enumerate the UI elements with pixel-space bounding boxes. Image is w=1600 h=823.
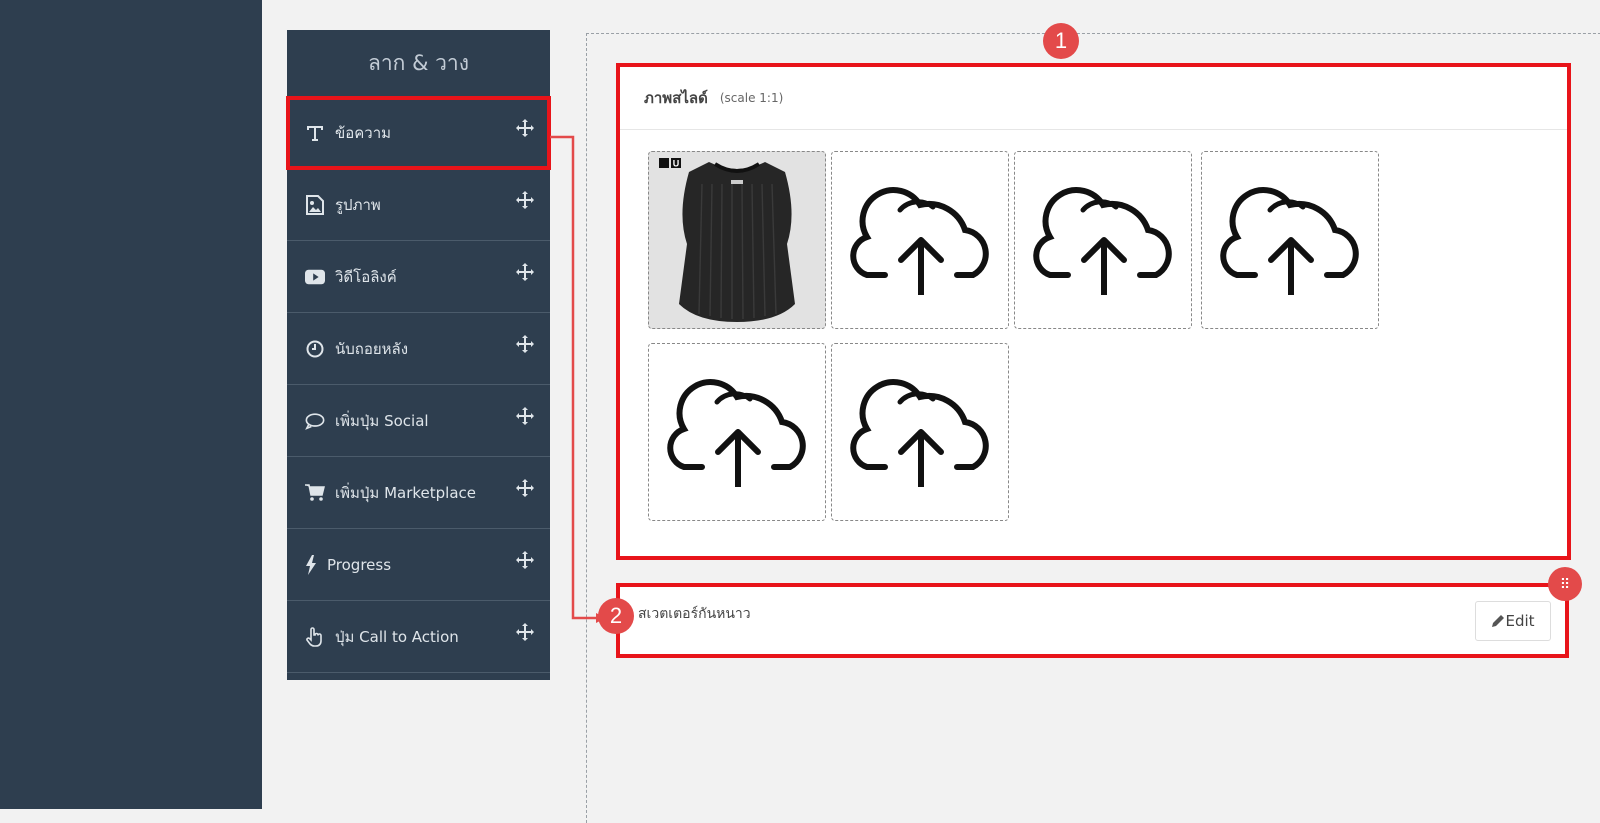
palette-item-label: Progress [327,555,392,574]
text-icon [305,123,325,143]
sweater-photo: U [659,158,795,322]
palette-item-cta[interactable]: ปุ่ม Call to Action [287,601,550,673]
upload-tile[interactable] [831,343,1009,521]
image-icon [305,194,325,215]
palette-item-countdown[interactable]: นับถอยหลัง [287,313,550,385]
svg-text:U: U [673,159,680,169]
edit-label: Edit [1505,612,1535,630]
move-icon[interactable] [516,263,534,281]
move-icon[interactable] [516,191,534,209]
palette-item-label: เพิ่มปุ่ม Marketplace [335,483,476,502]
palette-item-label: ข้อความ [335,123,392,142]
step-badge-2: 2 [598,598,634,634]
move-icon[interactable] [516,551,534,569]
cloud-upload-icon [850,379,989,487]
drag-handle-icon[interactable]: ⠿ [1548,567,1582,601]
text-block[interactable]: สเวตเตอร์กันหนาว Edit [616,583,1569,658]
move-icon[interactable] [516,407,534,425]
cart-icon [305,483,325,503]
slide-scale: (scale 1:1) [719,91,784,105]
upload-tile[interactable] [1201,151,1379,329]
palette-title: ลาก & วาง [287,30,550,97]
palette-item-progress[interactable]: Progress [287,529,550,601]
pencil-icon [1492,615,1505,627]
cloud-upload-icon [850,187,989,295]
upload-tile[interactable] [648,343,826,521]
palette-item-label: วิดีโอลิงค์ [335,267,397,286]
slide-section[interactable]: ภาพสไลด์ (scale 1:1) U [616,63,1571,560]
bolt-icon [305,554,317,575]
palette-item-marketplace[interactable]: เพิ่มปุ่ม Marketplace [287,457,550,529]
slide-image-tile[interactable]: U [648,151,826,329]
palette-item-social[interactable]: เพิ่มปุ่ม Social [287,385,550,457]
hand-pointer-icon [305,626,325,647]
cloud-upload-icon [1033,187,1172,295]
left-sidebar [0,0,262,809]
move-icon[interactable] [516,623,534,641]
palette-item-label: เพิ่มปุ่ม Social [335,411,429,430]
move-icon[interactable] [516,479,534,497]
palette-item-image[interactable]: รูปภาพ [287,169,550,241]
palette-item-text[interactable]: ข้อความ [286,96,551,170]
palette-item-video[interactable]: วิดีโอลิงค์ [287,241,550,313]
palette-item-label: รูปภาพ [335,195,381,214]
step-badge-1: 1 [1043,23,1079,59]
cloud-upload-icon [1220,187,1359,295]
element-palette: ลาก & วาง ข้อความ รูปภาพ วิดีโอลิงค์ นับ… [286,30,551,680]
cloud-upload-icon [667,379,806,487]
clock-icon [305,339,325,359]
upload-tile[interactable] [831,151,1009,329]
palette-item-label: ปุ่ม Call to Action [335,627,459,646]
slide-header: ภาพสไลด์ (scale 1:1) [620,67,1567,130]
edit-button[interactable]: Edit [1475,601,1551,641]
move-icon[interactable] [516,335,534,353]
slide-title: ภาพสไลด์ [644,89,708,107]
move-icon[interactable] [516,119,534,137]
comment-icon [305,411,325,431]
upload-tile[interactable] [1014,151,1192,329]
palette-item-label: นับถอยหลัง [335,339,409,358]
text-block-content: สเวตเตอร์กันหนาว [638,606,751,622]
youtube-icon [305,267,325,287]
